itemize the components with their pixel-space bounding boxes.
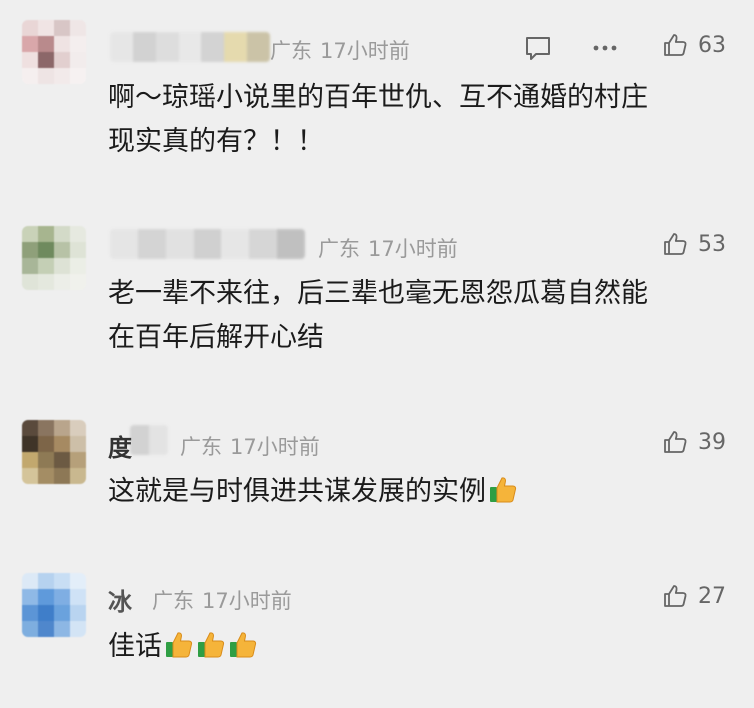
nickname-fragment[interactable]: 冰 (108, 582, 132, 617)
comment-meta-time: 17小时前 (202, 589, 292, 613)
thumbs-up-emoji-icon (198, 632, 225, 658)
comment-meta-location: 广东 (152, 589, 194, 613)
thumbs-up-outline-icon (664, 585, 687, 607)
like-count: 27 (698, 583, 726, 609)
thumbs-up-emoji-icon (230, 632, 257, 658)
thumbs-up-emoji-icon (166, 632, 193, 658)
avatar[interactable] (22, 573, 86, 637)
comment-text: 佳话 (108, 625, 728, 669)
comment-item: 冰 广东 17小时前 27 佳话 (0, 0, 754, 708)
like-button[interactable]: 27 (662, 583, 726, 609)
comment-text-line: 佳话 (108, 631, 162, 662)
